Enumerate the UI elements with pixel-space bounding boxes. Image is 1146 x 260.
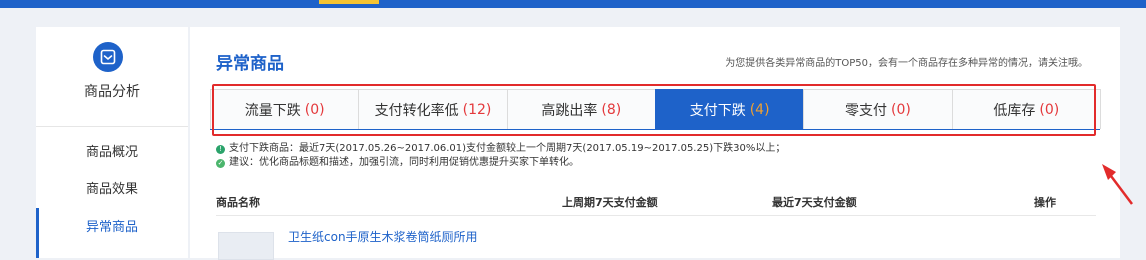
inbox-icon-glyph [100, 49, 116, 65]
info-block: ! 支付下跌商品：最近7天(2017.05.26~2017.06.01)支付金额… [216, 142, 785, 170]
tab-payment-drop[interactable]: 支付下跌 (4) [654, 89, 805, 129]
page-title: 异常商品 [216, 54, 284, 74]
tab-label: 低库存 [993, 102, 1036, 119]
tab-label: 流量下跌 [244, 102, 301, 119]
tab-count: (8) [601, 101, 622, 118]
product-thumbnail[interactable] [218, 232, 274, 260]
product-name-link[interactable]: 卫生纸con手原生木浆卷筒纸厕所用 [288, 228, 478, 245]
tab-bar: 流量下跌 (0) 支付转化率低 (12) 高跳出率 (8) 支付下跌 (4) 零支付 (0… [210, 89, 1101, 130]
top-nav-bar [0, 0, 1146, 8]
suggestion-line: ✓ 建议：优化商品标题和描述，加强引流，同时利用促销优惠提升买家下单转化。 [216, 156, 785, 170]
tab-zero-payment[interactable]: 零支付 (0) [803, 89, 953, 129]
tab-count: (12) [462, 101, 492, 118]
tab-low-conversion[interactable]: 支付转化率低 (12) [358, 89, 508, 129]
sidebar-divider [36, 126, 188, 127]
col-recent-payment: 最近7天支付金额 [772, 196, 857, 209]
tab-label: 高跳出率 [541, 102, 598, 119]
tab-traffic-drop[interactable]: 流量下跌 (0) [210, 89, 360, 129]
warning-icon: ! [216, 144, 225, 154]
tab-label: 支付下跌 [689, 102, 746, 119]
annotation-arrow [1102, 164, 1133, 205]
col-product-name: 商品名称 [216, 196, 260, 209]
top-nav-active-indicator [319, 0, 379, 4]
tab-count: (0) [304, 101, 325, 118]
tab-count: (4) [749, 101, 770, 118]
table-divider [216, 215, 1096, 216]
tab-label: 支付转化率低 [374, 102, 459, 119]
suggestion-text: 建议：优化商品标题和描述，加强引流，同时利用促销优惠提升买家下单转化。 [229, 157, 579, 168]
tab-count: (0) [1039, 101, 1060, 118]
tab-label: 零支付 [845, 102, 888, 119]
tab-count: (0) [891, 101, 911, 118]
info-line: ! 支付下跌商品：最近7天(2017.05.26~2017.06.01)支付金额… [216, 142, 785, 156]
col-actions: 操作 [1034, 196, 1056, 209]
check-icon: ✓ [216, 158, 225, 168]
col-prev-payment: 上周期7天支付金额 [562, 196, 658, 209]
sidebar-item-abnormal[interactable]: 异常商品 [36, 216, 188, 235]
main-panel: 异常商品 为您提供各类异常商品的TOP50，会有一个商品存在多种异常的情况，请关… [190, 27, 1120, 260]
tab-low-stock[interactable]: 低库存 (0) [951, 89, 1101, 129]
tab-high-bounce[interactable]: 高跳出率 (8) [506, 89, 656, 129]
inbox-icon [93, 42, 123, 72]
sidebar: 商品分析 商品概况 商品效果 异常商品 [36, 27, 188, 258]
sidebar-item-effect[interactable]: 商品效果 [36, 178, 188, 197]
page-note: 为您提供各类异常商品的TOP50，会有一个商品存在多种异常的情况，请关注哦。 [725, 58, 1088, 69]
info-text: 支付下跌商品：最近7天(2017.05.26~2017.06.01)支付金额较上… [229, 143, 786, 154]
sidebar-title: 商品分析 [84, 84, 140, 100]
sidebar-item-overview[interactable]: 商品概况 [36, 141, 188, 160]
